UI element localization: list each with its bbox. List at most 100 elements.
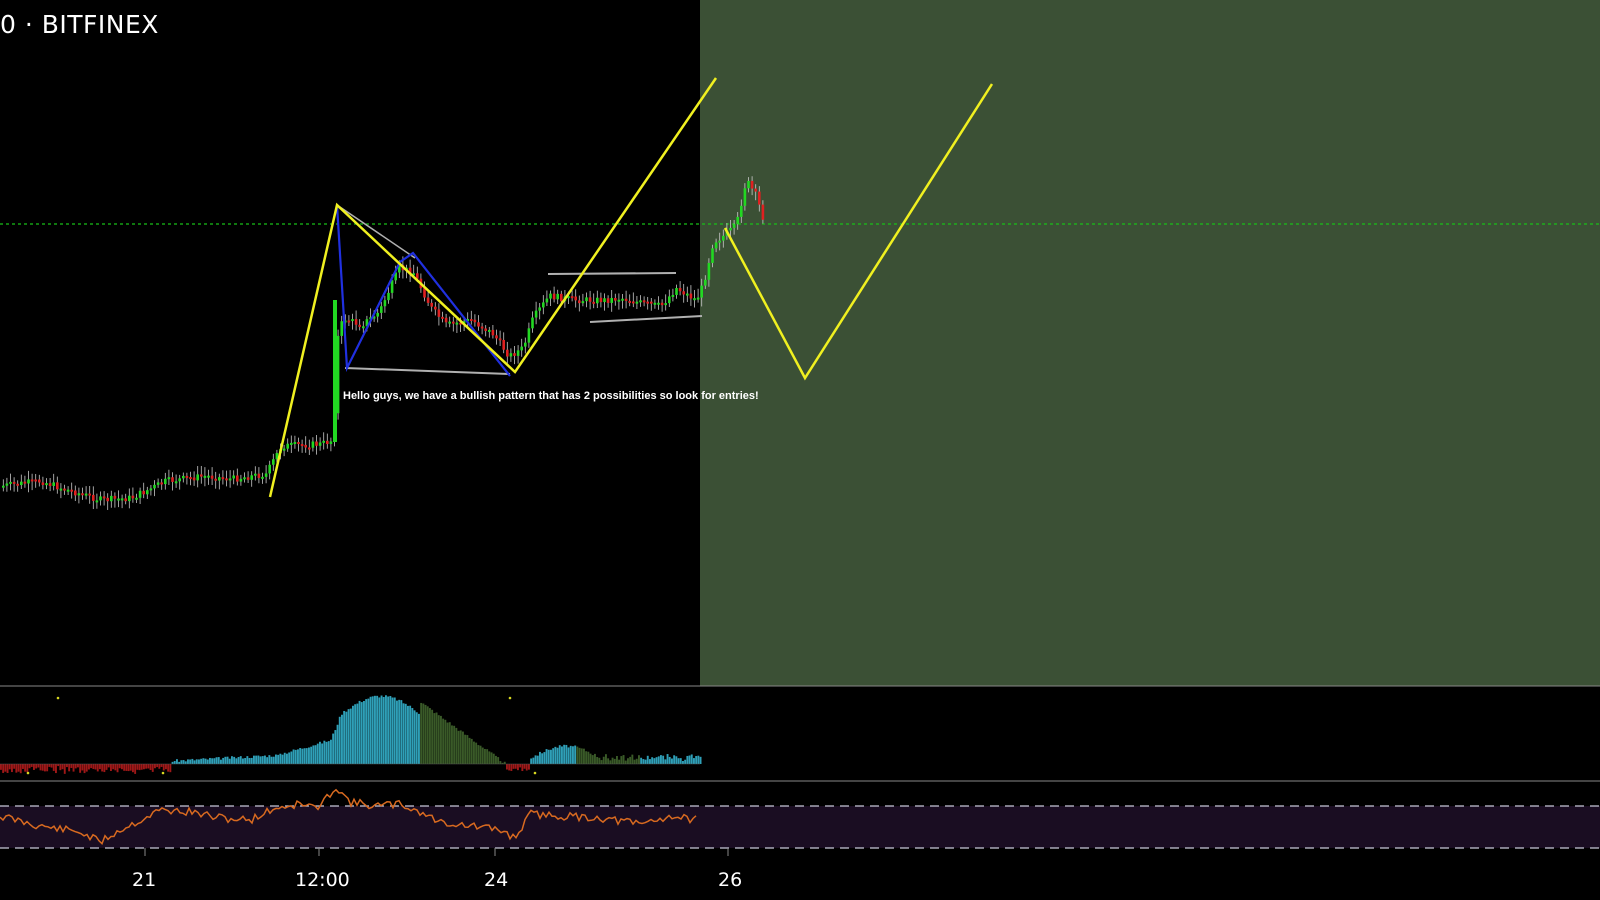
histogram-bar bbox=[565, 744, 568, 764]
histogram-bar bbox=[244, 758, 247, 764]
histogram-bar bbox=[99, 764, 101, 770]
candle bbox=[714, 242, 718, 249]
x-tick-label-2: 12:00 bbox=[295, 869, 350, 891]
candle bbox=[513, 353, 516, 356]
histogram-bar bbox=[231, 756, 233, 764]
histogram-bar bbox=[442, 718, 445, 764]
histogram-bar bbox=[277, 754, 280, 764]
histogram-bar bbox=[609, 760, 612, 764]
breakout-candle bbox=[333, 300, 337, 442]
histogram-bar bbox=[411, 708, 414, 764]
candle bbox=[300, 444, 304, 447]
candle bbox=[171, 477, 174, 482]
candle bbox=[99, 496, 102, 501]
histogram-bar bbox=[127, 764, 130, 772]
candle bbox=[34, 479, 37, 482]
histogram-bar bbox=[327, 741, 330, 764]
histogram-bar bbox=[70, 764, 73, 768]
candle bbox=[326, 440, 329, 445]
histogram-bar bbox=[321, 743, 324, 764]
histogram-bar bbox=[622, 755, 625, 764]
candle bbox=[596, 297, 599, 304]
candle bbox=[448, 321, 451, 324]
histogram-bar bbox=[253, 755, 255, 764]
candle bbox=[236, 475, 239, 482]
histogram-bar bbox=[673, 755, 676, 764]
histogram-bar bbox=[649, 759, 651, 764]
candle bbox=[653, 302, 657, 305]
histogram-bar bbox=[594, 753, 596, 764]
histogram-bar bbox=[459, 730, 462, 764]
histogram-bar bbox=[371, 696, 374, 764]
candle bbox=[81, 493, 84, 496]
histogram-bar bbox=[651, 757, 654, 764]
candle bbox=[430, 302, 433, 307]
histogram-dot bbox=[26, 771, 30, 775]
candle bbox=[261, 476, 264, 479]
candle bbox=[689, 293, 693, 299]
candle bbox=[156, 482, 160, 485]
candle bbox=[650, 301, 653, 304]
histogram-bar bbox=[345, 711, 348, 764]
histogram-bar bbox=[633, 759, 636, 764]
histogram-bar bbox=[363, 701, 365, 764]
candle bbox=[196, 474, 199, 481]
histogram-bar bbox=[292, 749, 295, 764]
histogram-bar bbox=[499, 761, 502, 764]
histogram-bar bbox=[451, 725, 453, 764]
histogram-bar bbox=[506, 764, 508, 770]
candle bbox=[308, 447, 311, 450]
histogram-bar bbox=[30, 764, 33, 767]
histogram-bar bbox=[508, 764, 511, 771]
candle bbox=[552, 293, 556, 300]
histogram-bar bbox=[486, 749, 489, 764]
histogram-bar bbox=[503, 761, 506, 764]
histogram-bar bbox=[213, 758, 216, 764]
histogram-bar bbox=[437, 715, 440, 764]
histogram-bar bbox=[68, 764, 71, 772]
histogram-bar bbox=[228, 758, 231, 764]
candle bbox=[754, 188, 757, 192]
candle bbox=[581, 301, 585, 304]
candle bbox=[210, 475, 214, 479]
histogram-bar bbox=[281, 754, 284, 764]
histogram-bar bbox=[114, 764, 117, 771]
histogram-bar bbox=[138, 764, 141, 771]
candle bbox=[95, 500, 99, 503]
histogram-bar bbox=[660, 755, 662, 764]
candle bbox=[70, 489, 73, 492]
candle bbox=[671, 294, 675, 297]
histogram-bar bbox=[57, 764, 60, 767]
histogram-bar bbox=[195, 759, 198, 764]
candle bbox=[696, 297, 700, 300]
candle bbox=[225, 478, 228, 481]
histogram-bar bbox=[396, 700, 398, 764]
channel-upper-line bbox=[547, 272, 677, 275]
histogram-bar bbox=[679, 758, 682, 764]
histogram-bar bbox=[77, 764, 79, 768]
histogram-bar bbox=[477, 745, 480, 764]
candle bbox=[484, 328, 487, 331]
candle bbox=[390, 280, 394, 293]
histogram-bar bbox=[198, 759, 200, 764]
histogram-bar bbox=[466, 735, 469, 764]
histogram-bar bbox=[589, 753, 592, 764]
histogram-bar bbox=[530, 758, 533, 764]
candle bbox=[750, 180, 754, 189]
histogram-bar bbox=[686, 755, 689, 764]
price-chart[interactable]: Hello guys, we have a bullish pattern th… bbox=[0, 0, 1600, 900]
candle bbox=[297, 442, 300, 445]
histogram-dot bbox=[161, 771, 165, 775]
candle bbox=[740, 205, 743, 217]
histogram-bar bbox=[261, 756, 264, 764]
histogram-bar bbox=[193, 760, 196, 764]
histogram-bar bbox=[354, 704, 357, 764]
candles-group bbox=[2, 176, 765, 510]
histogram-bar bbox=[169, 764, 172, 773]
histogram-bar bbox=[83, 764, 86, 774]
candle bbox=[153, 484, 156, 489]
candle bbox=[117, 498, 120, 501]
histogram-bar bbox=[123, 764, 126, 771]
histogram-bar bbox=[378, 697, 381, 764]
histogram-bar bbox=[81, 764, 84, 771]
